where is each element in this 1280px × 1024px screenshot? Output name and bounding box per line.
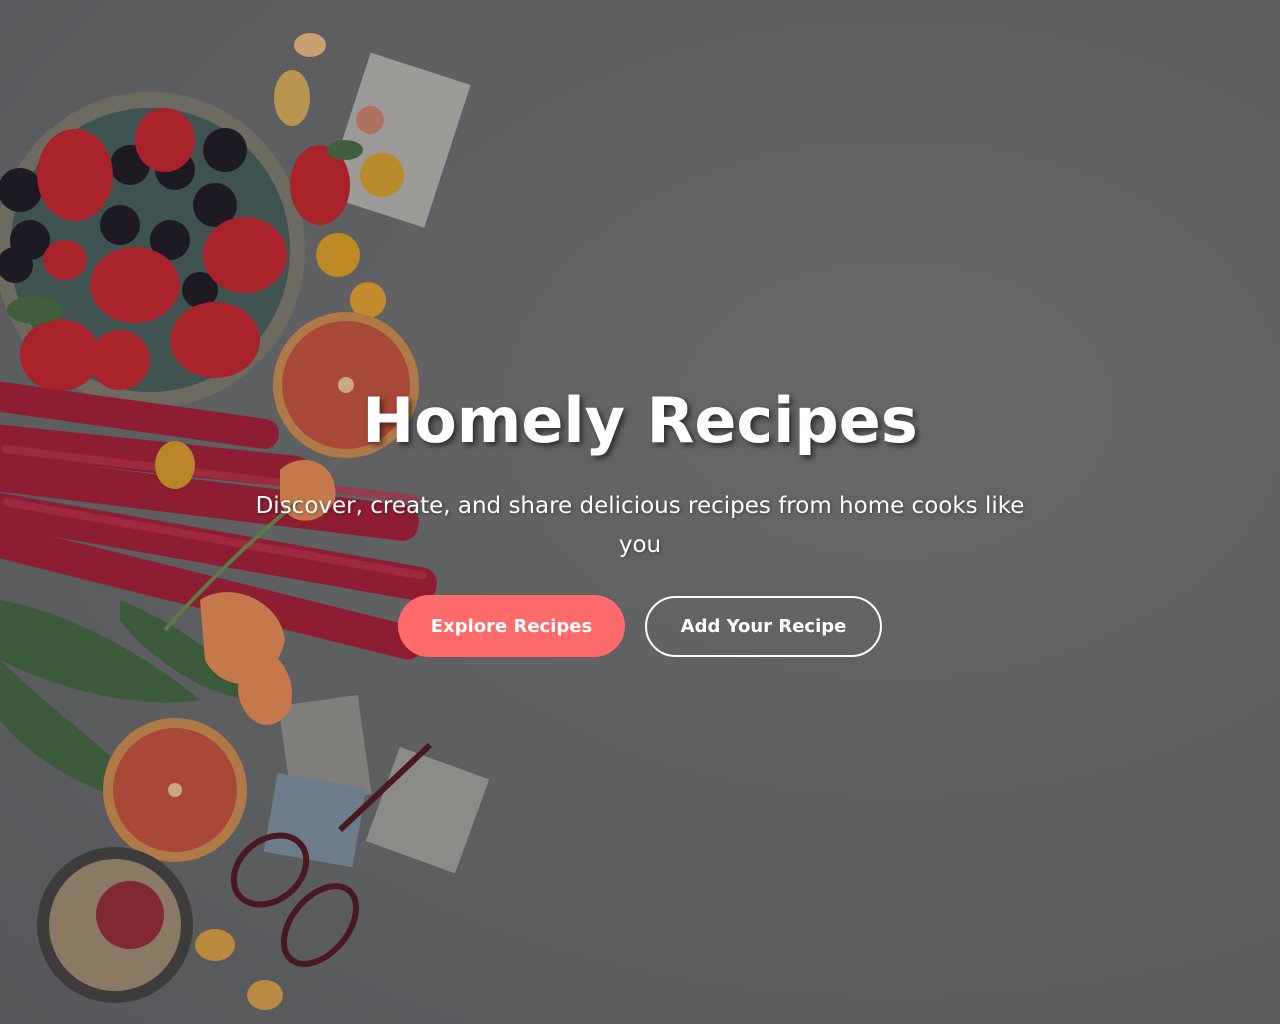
add-recipe-button[interactable]: Add Your Recipe — [645, 596, 882, 657]
hero-section: Homely Recipes Discover, create, and sha… — [0, 0, 1280, 1024]
hero-content: Homely Recipes Discover, create, and sha… — [0, 0, 1280, 1024]
hero-title: Homely Recipes — [362, 384, 918, 457]
hero-subtitle: Discover, create, and share delicious re… — [255, 493, 1025, 558]
explore-recipes-button[interactable]: Explore Recipes — [398, 595, 625, 657]
